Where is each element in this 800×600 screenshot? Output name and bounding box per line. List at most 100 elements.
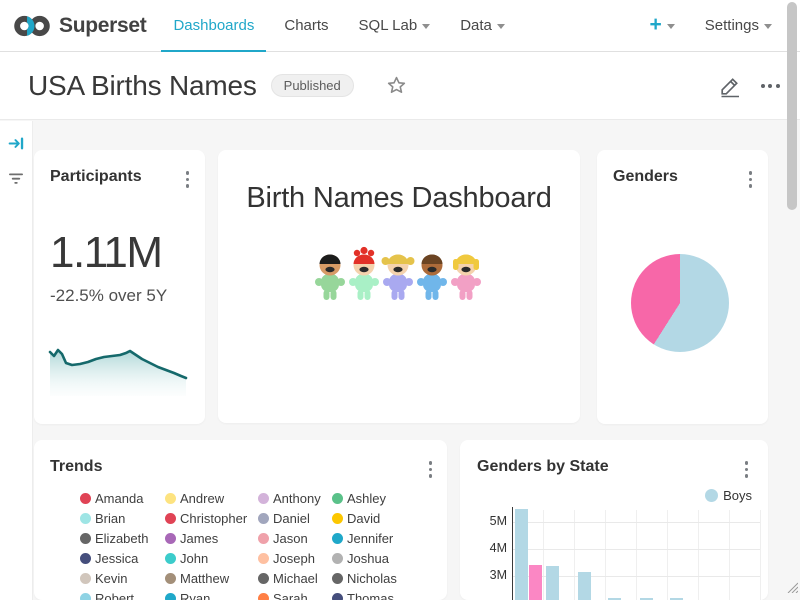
funnel-icon <box>8 172 24 186</box>
chevron-down-icon <box>497 24 505 29</box>
legend-item-david[interactable]: David <box>332 508 442 528</box>
gridline <box>543 510 544 600</box>
chart-kebab-menu[interactable] <box>743 459 751 480</box>
legend-item-brian[interactable]: Brian <box>80 508 165 528</box>
legend-item-anthony[interactable]: Anthony <box>258 488 332 508</box>
settings-label: Settings <box>705 17 759 34</box>
resize-handle[interactable] <box>785 580 798 598</box>
y-axis-tick: 5M <box>473 514 507 528</box>
nav-item-data[interactable]: Data <box>448 0 517 52</box>
big-number-subheader: -22.5% over 5Y <box>50 286 167 306</box>
children-illustration <box>218 245 580 301</box>
legend-dot <box>332 553 343 564</box>
superset-infinity-icon <box>14 13 50 39</box>
legend-dot <box>258 593 269 600</box>
legend-item-elizabeth[interactable]: Elizabeth <box>80 528 165 548</box>
genders-pie-chart[interactable] <box>631 254 729 352</box>
chevron-down-icon <box>764 24 772 29</box>
legend-item-sarah[interactable]: Sarah <box>258 588 332 600</box>
settings-menu[interactable]: Settings <box>705 17 772 34</box>
legend-item-andrew[interactable]: Andrew <box>165 488 258 508</box>
legend-dot <box>258 553 269 564</box>
trends-legend: Amanda Andrew AnthonyAshley Brian Christophe… <box>80 488 442 600</box>
nav-item-dashboards[interactable]: Dashboards <box>161 0 266 52</box>
legend-item-robert[interactable]: Robert <box>80 588 165 600</box>
nav-item-sql-lab[interactable]: SQL Lab <box>347 0 443 52</box>
header-actions <box>716 72 784 100</box>
legend-label: Boys <box>723 488 752 503</box>
legend-label: Thomas <box>347 591 394 600</box>
legend-item-daniel[interactable]: Daniel <box>258 508 332 528</box>
legend-item-joshua[interactable]: Joshua <box>332 548 442 568</box>
legend-dot <box>80 533 91 544</box>
y-axis-line <box>512 507 513 600</box>
legend-dot <box>80 573 91 584</box>
chart-kebab-menu[interactable] <box>184 169 192 190</box>
boys-legend-item[interactable]: Boys <box>705 488 752 503</box>
new-button[interactable]: + <box>650 16 675 35</box>
legend-label: Michael <box>273 571 318 586</box>
legend-item-ryan[interactable]: Ryan <box>165 588 258 600</box>
legend-label: Jason <box>273 531 308 546</box>
filter-icon[interactable] <box>2 165 30 193</box>
legend-label: Ryan <box>180 591 210 600</box>
favorite-star-icon[interactable] <box>386 75 407 96</box>
gridline <box>636 510 637 600</box>
legend-item-joseph[interactable]: Joseph <box>258 548 332 568</box>
legend-item-thomas[interactable]: Thomas <box>332 588 442 600</box>
gridline <box>512 522 760 523</box>
legend-label: James <box>180 531 218 546</box>
gridline <box>729 510 730 600</box>
dashboard-title: USA Births Names <box>28 70 257 102</box>
superset-logo[interactable]: Superset <box>0 13 146 39</box>
child-figure <box>315 255 345 301</box>
legend-dot <box>705 489 718 502</box>
more-actions-button[interactable] <box>756 72 784 100</box>
legend-dot <box>165 593 176 600</box>
expand-arrow-icon <box>8 135 25 152</box>
legend-dot <box>80 553 91 564</box>
chevron-down-icon <box>422 24 430 29</box>
legend-label: Brian <box>95 511 125 526</box>
legend-item-nicholas[interactable]: Nicholas <box>332 568 442 588</box>
legend-item-kevin[interactable]: Kevin <box>80 568 165 588</box>
legend-label: Joshua <box>347 551 389 566</box>
legend-item-amanda[interactable]: Amanda <box>80 488 165 508</box>
legend-item-michael[interactable]: Michael <box>258 568 332 588</box>
legend-item-jessica[interactable]: Jessica <box>80 548 165 568</box>
legend-dot <box>165 573 176 584</box>
pencil-icon <box>718 74 742 98</box>
legend-label: Nicholas <box>347 571 397 586</box>
legend-item-james[interactable]: James <box>165 528 258 548</box>
chart-kebab-menu[interactable] <box>747 169 755 190</box>
expand-filter-bar-button[interactable] <box>2 129 30 157</box>
legend-label: Jennifer <box>347 531 393 546</box>
bar-boys[interactable] <box>578 572 591 600</box>
nav-item-charts[interactable]: Charts <box>272 0 340 52</box>
legend-label: Jessica <box>95 551 138 566</box>
legend-item-jennifer[interactable]: Jennifer <box>332 528 442 548</box>
bar-boys[interactable] <box>546 566 559 600</box>
edit-dashboard-button[interactable] <box>716 72 744 100</box>
legend-item-christopher[interactable]: Christopher <box>165 508 258 528</box>
published-badge[interactable]: Published <box>271 74 354 97</box>
chart-title: Genders by State <box>477 458 609 476</box>
chart-kebab-menu[interactable] <box>427 459 435 480</box>
legend-dot <box>258 513 269 524</box>
bar-girls[interactable] <box>529 565 542 600</box>
genders-by-state-card: 5M4M3M Genders by State Boys <box>460 440 768 600</box>
participants-sparkline-chart[interactable] <box>48 344 188 401</box>
legend-item-jason[interactable]: Jason <box>258 528 332 548</box>
legend-item-john[interactable]: John <box>165 548 258 568</box>
bar-boys[interactable] <box>515 509 528 600</box>
gridline <box>574 510 575 600</box>
legend-label: Andrew <box>180 491 224 506</box>
legend-item-matthew[interactable]: Matthew <box>165 568 258 588</box>
legend-label: Kevin <box>95 571 128 586</box>
legend-item-ashley[interactable]: Ashley <box>332 488 442 508</box>
dashboard-header: USA Births Names Published <box>0 52 800 120</box>
legend-dot <box>80 493 91 504</box>
gridline <box>760 510 761 600</box>
vertical-scrollbar[interactable] <box>787 2 797 210</box>
superset-app: Superset DashboardsChartsSQL LabData + S… <box>0 0 800 600</box>
